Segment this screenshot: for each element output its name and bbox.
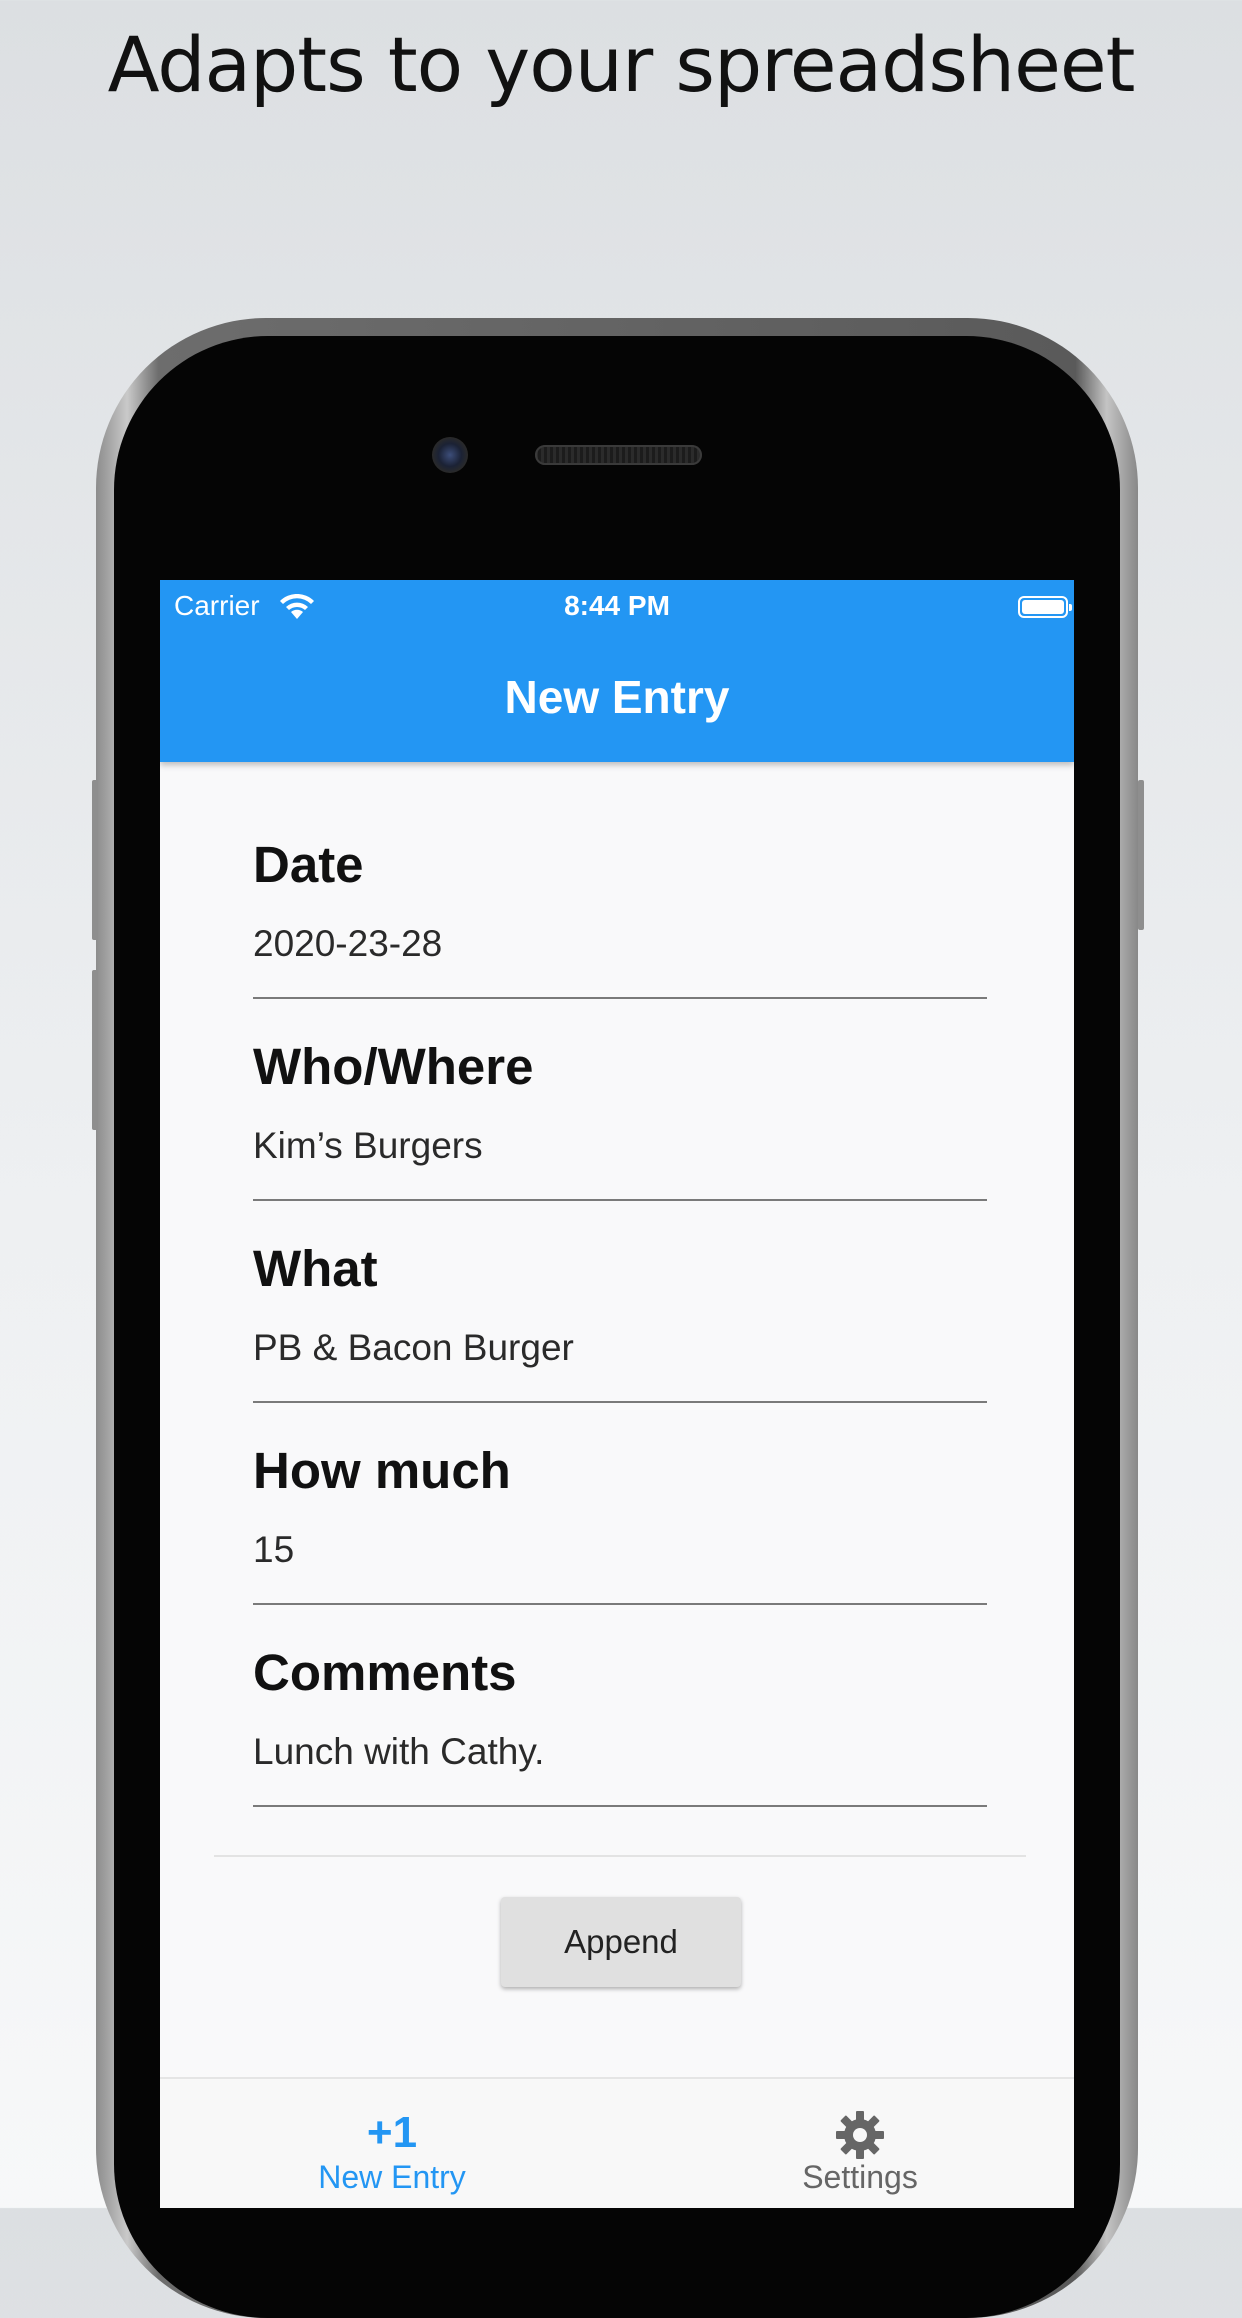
bottom-tab-bar: +1 New Entry Settings	[160, 2077, 1074, 2208]
form-field-who-where[interactable]: Who/Where Kim’s Burgers	[253, 1037, 987, 1201]
gear-icon	[710, 2101, 1010, 2165]
field-label: Comments	[253, 1644, 517, 1701]
status-bar: Carrier 8:44 PM	[160, 586, 1074, 626]
field-input[interactable]: Lunch with Cathy.	[253, 1731, 987, 1779]
front-camera	[432, 437, 468, 473]
tab-new-entry[interactable]: +1 New Entry	[242, 2079, 542, 2208]
page-title: New Entry	[504, 671, 730, 723]
field-input[interactable]: Kim’s Burgers	[253, 1125, 987, 1173]
app-bar: Carrier 8:44 PM New Entry	[160, 580, 1074, 762]
tab-label: Settings	[802, 2159, 918, 2195]
form-field-how-much[interactable]: How much 15	[253, 1441, 987, 1605]
field-label: Who/Where	[253, 1038, 534, 1095]
volume-button	[92, 780, 98, 940]
field-label: Date	[253, 836, 364, 893]
status-time: 8:44 PM	[564, 590, 670, 621]
field-underline	[253, 1603, 987, 1605]
field-input[interactable]: PB & Bacon Burger	[253, 1327, 987, 1375]
app-screen: Carrier 8:44 PM New Entry Date 2020-23-2…	[160, 580, 1074, 2208]
field-input[interactable]: 2020-23-28	[253, 923, 987, 971]
tab-settings[interactable]: Settings	[710, 2079, 1010, 2208]
field-input[interactable]: 15	[253, 1529, 987, 1577]
plus-one-icon: +1	[366, 2108, 418, 2157]
field-underline	[253, 1805, 987, 1807]
form-field-comments[interactable]: Comments Lunch with Cathy.	[253, 1643, 987, 1807]
field-label: How much	[253, 1442, 511, 1499]
battery-icon	[1018, 596, 1072, 618]
field-label: What	[253, 1240, 378, 1297]
headline: Adapts to your spreadsheet	[107, 20, 1136, 109]
form-field-date[interactable]: Date 2020-23-28	[253, 835, 987, 999]
field-underline	[253, 1401, 987, 1403]
field-underline	[253, 997, 987, 999]
form-divider	[214, 1855, 1026, 1857]
form-field-what[interactable]: What PB & Bacon Burger	[253, 1239, 987, 1403]
append-button[interactable]: Append	[501, 1897, 741, 1987]
power-button	[1138, 780, 1144, 930]
field-underline	[253, 1199, 987, 1201]
volume-button	[92, 970, 98, 1130]
tab-label: New Entry	[318, 2159, 466, 2195]
earpiece-speaker	[535, 445, 702, 465]
